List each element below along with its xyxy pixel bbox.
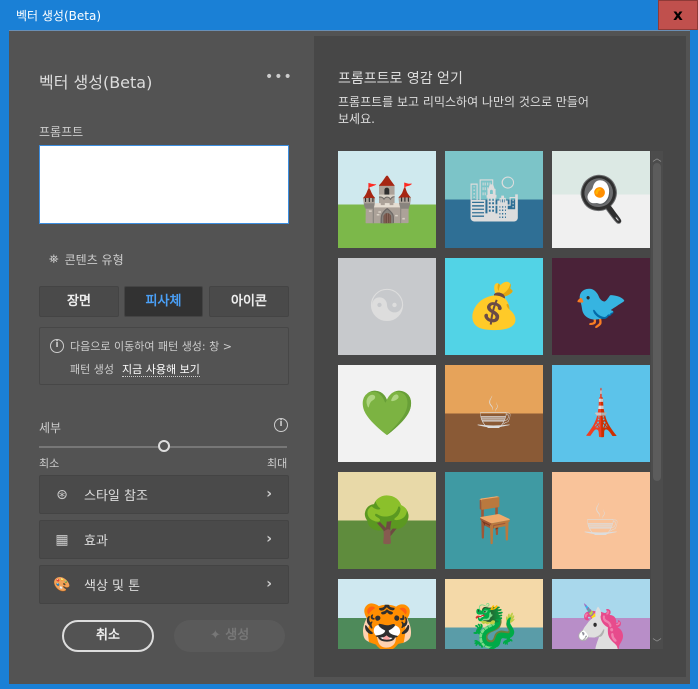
- sample-image-13[interactable]: 🐯: [338, 579, 436, 649]
- sample-illustration: ☯: [367, 281, 407, 332]
- palette-icon: 🎨: [53, 576, 71, 593]
- effects-icon: ▦: [55, 531, 69, 548]
- sample-illustration: 🗼: [573, 388, 629, 439]
- gallery-scrollbar[interactable]: ︿ ﹀: [651, 151, 663, 649]
- cancel-button[interactable]: 취소: [62, 620, 154, 652]
- slider-min-label: 최소: [39, 457, 60, 470]
- prompt-input[interactable]: [39, 145, 289, 224]
- sample-illustration: 🦄: [573, 602, 629, 649]
- content-type-subject[interactable]: 피사체: [124, 286, 203, 317]
- more-options-button[interactable]: •••: [265, 69, 293, 85]
- color-tone-row[interactable]: 🎨 색상 및 톤 ›: [39, 565, 289, 604]
- sample-image-6[interactable]: 🐦: [552, 258, 650, 355]
- generate-label: 생성: [225, 628, 250, 643]
- info-text: 다음으로 이동하여 패턴 생성: 창 >: [70, 340, 232, 353]
- chevron-right-icon: ›: [266, 486, 272, 502]
- sample-image-1[interactable]: 🏰: [338, 151, 436, 248]
- sample-illustration: 🪑: [466, 495, 522, 546]
- sample-illustration: 🐯: [359, 602, 415, 649]
- title-bar: 벡터 생성(Beta) x: [0, 0, 698, 30]
- generate-button[interactable]: ✦ 생성: [174, 620, 285, 652]
- sample-image-10[interactable]: 🌳: [338, 472, 436, 569]
- row-label: 색상 및 톤: [84, 579, 141, 594]
- generate-icon: ✦: [209, 628, 226, 643]
- content-type-label: ⛯ 콘텐츠 유형: [49, 251, 124, 268]
- detail-slider-handle[interactable]: [158, 440, 170, 452]
- detail-info-icon[interactable]: i: [274, 418, 288, 432]
- left-panel: 벡터 생성(Beta) ••• 프롬프트 ⛯ 콘텐츠 유형 장면 피사체 아이콘…: [9, 31, 314, 685]
- sample-illustration: 💰: [466, 281, 522, 332]
- sample-image-4[interactable]: ☯: [338, 258, 436, 355]
- sample-illustration: 🐦: [573, 281, 629, 332]
- panel-title: 벡터 생성(Beta): [39, 73, 153, 92]
- sample-illustration: 🏙: [466, 174, 522, 225]
- effects-row[interactable]: ▦ 효과 ›: [39, 520, 289, 559]
- sample-image-2[interactable]: 🏙: [445, 151, 543, 248]
- sample-illustration: ☕: [581, 495, 621, 546]
- sample-image-7[interactable]: 💚: [338, 365, 436, 462]
- style-reference-icon: ⊛: [56, 486, 68, 503]
- sample-illustration: 🍳: [573, 174, 629, 225]
- slider-max-label: 최대: [267, 457, 288, 470]
- detail-label: 세부: [39, 421, 62, 435]
- row-label: 효과: [84, 534, 108, 549]
- sample-illustration: ☕: [474, 388, 514, 439]
- info-text-2: 패턴 생성: [70, 363, 114, 376]
- content-type-text: 콘텐츠 유형: [64, 253, 124, 267]
- sample-image-15[interactable]: 🦄: [552, 579, 650, 649]
- content-type-scene[interactable]: 장면: [39, 286, 119, 317]
- prompt-label: 프롬프트: [39, 125, 84, 139]
- sample-image-11[interactable]: 🪑: [445, 472, 543, 569]
- style-reference-row[interactable]: ⊛ 스타일 참조 ›: [39, 475, 289, 514]
- info-icon: i: [50, 339, 64, 353]
- window-title: 벡터 생성(Beta): [16, 9, 102, 23]
- chevron-right-icon: ›: [266, 576, 272, 592]
- inspiration-title: 프롬프트로 영감 얻기: [338, 71, 463, 87]
- sample-illustration: 🏰: [359, 174, 415, 225]
- try-now-link[interactable]: 지금 사용해 보기: [121, 363, 200, 377]
- inspiration-panel: 프롬프트로 영감 얻기 프롬프트를 보고 리믹스하여 나만의 것으로 만들어 보…: [314, 36, 686, 677]
- sample-gallery: 🏰 🏙 🍳 ☯ 💰 🐦 💚 ☕ 🗼 🌳 🪑 ☕ 🐯 🐉 🦄: [338, 151, 652, 649]
- sample-image-9[interactable]: 🗼: [552, 365, 650, 462]
- scroll-down-icon[interactable]: ﹀: [651, 636, 663, 649]
- sample-illustration: 🐉: [466, 602, 522, 649]
- content-type-icon: ⛯: [49, 252, 59, 266]
- scrollbar-thumb[interactable]: [653, 163, 661, 481]
- sample-image-8[interactable]: ☕: [445, 365, 543, 462]
- content-type-icon-option[interactable]: 아이콘: [209, 286, 289, 317]
- dialog: 벡터 생성(Beta) ••• 프롬프트 ⛯ 콘텐츠 유형 장면 피사체 아이콘…: [9, 30, 690, 684]
- sample-image-12[interactable]: ☕: [552, 472, 650, 569]
- row-label: 스타일 참조: [84, 489, 148, 504]
- pattern-info-box: i 다음으로 이동하여 패턴 생성: 창 > 패턴 생성 지금 사용해 보기: [39, 327, 289, 385]
- sample-image-14[interactable]: 🐉: [445, 579, 543, 649]
- sample-illustration: 🌳: [359, 495, 415, 546]
- close-button[interactable]: x: [658, 0, 698, 30]
- sample-image-3[interactable]: 🍳: [552, 151, 650, 248]
- chevron-right-icon: ›: [266, 531, 272, 547]
- sample-image-5[interactable]: 💰: [445, 258, 543, 355]
- sample-illustration: 💚: [359, 388, 415, 439]
- inspiration-description: 프롬프트를 보고 리믹스하여 나만의 것으로 만들어 보세요.: [338, 95, 589, 126]
